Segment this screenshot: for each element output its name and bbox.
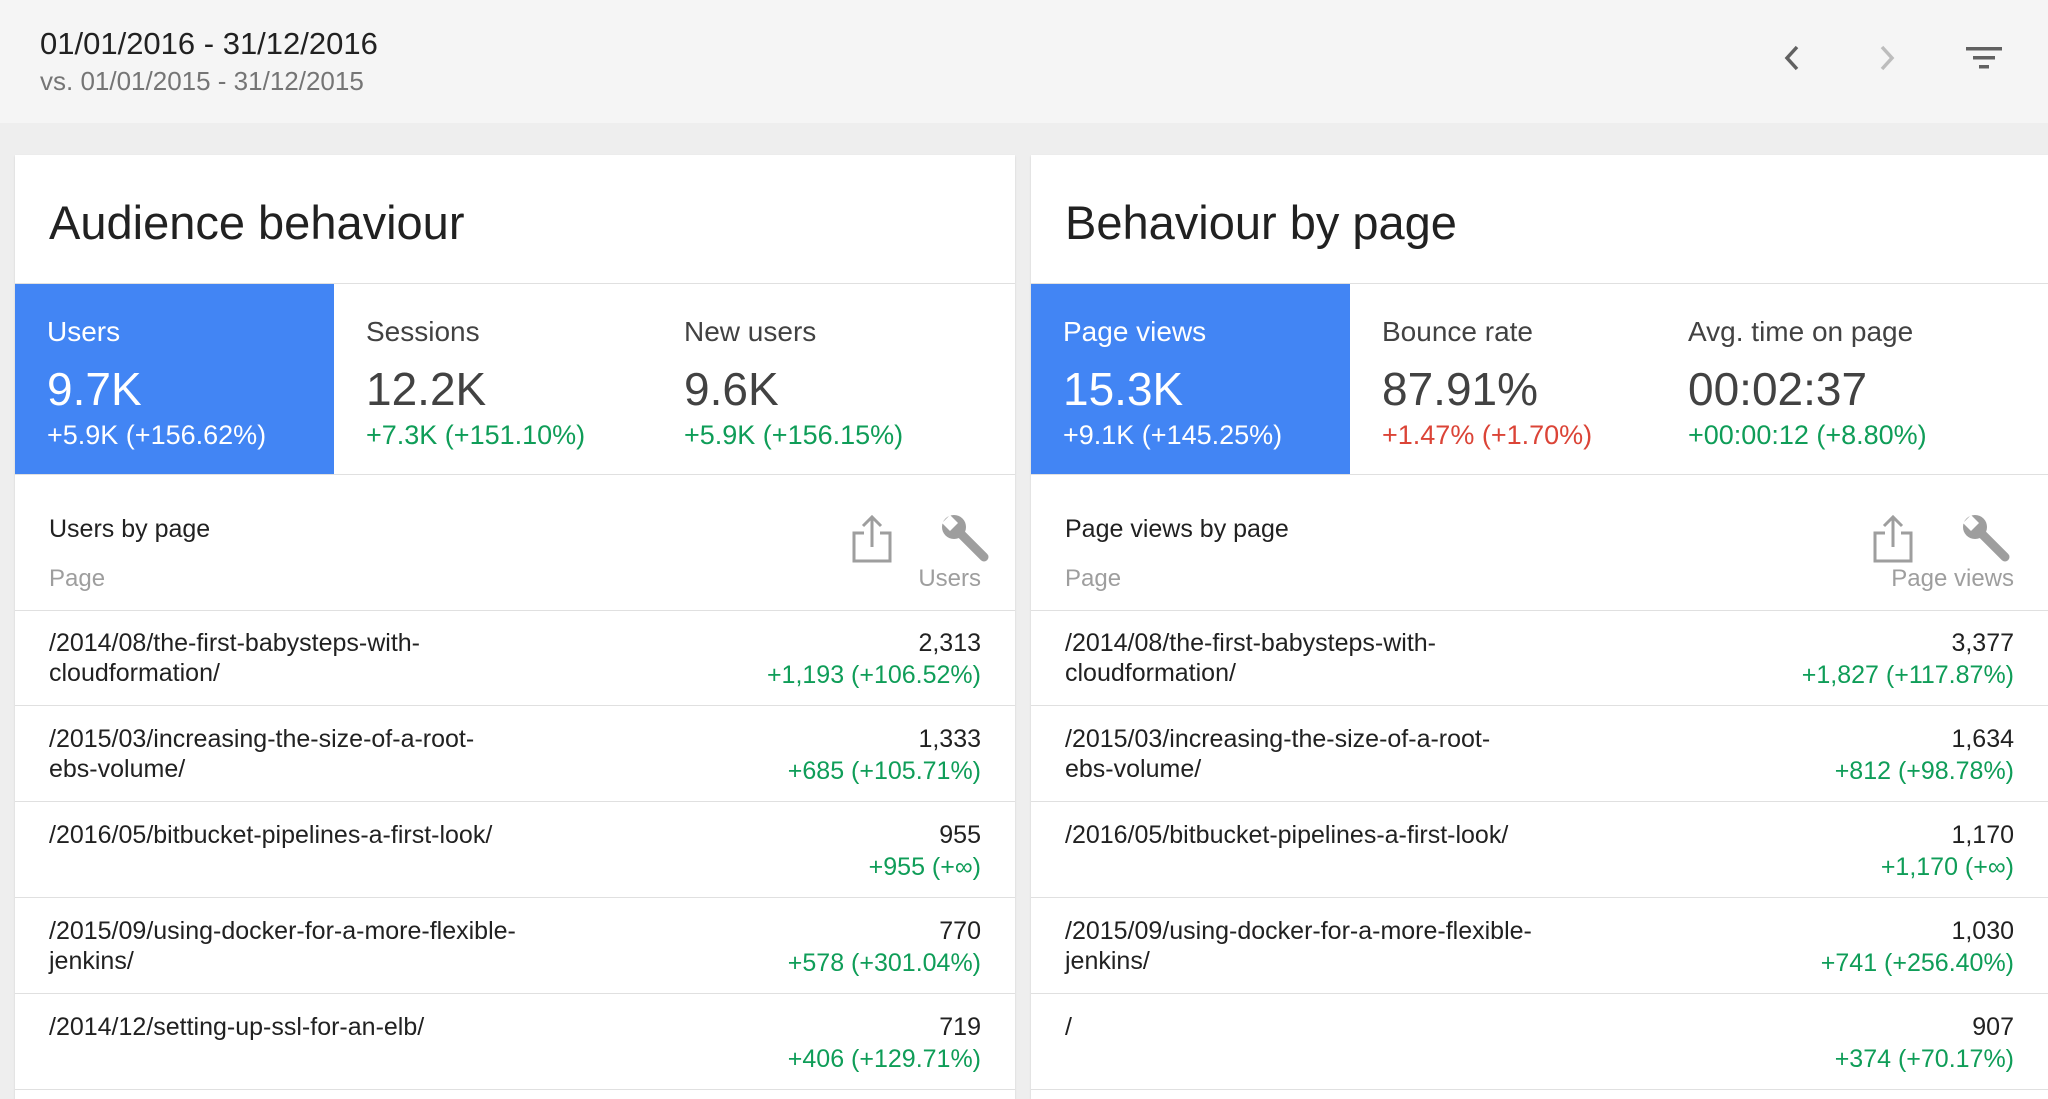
metric-value: 15.3K: [1063, 363, 1184, 415]
row-delta: +812 (+98.78%): [1834, 757, 2014, 785]
metric-value: 9.7K: [47, 363, 142, 415]
table-row[interactable]: /2016/05/bitbucket-pipelines-a-first-loo…: [1031, 802, 2048, 898]
table-row[interactable]: /2014/08/the-first-babysteps-with-cloudf…: [15, 610, 1015, 706]
table-row[interactable]: /2015/03/increasing-the-size-of-a-root-e…: [15, 706, 1015, 802]
row-delta: +578 (+301.04%): [787, 949, 981, 977]
metric-label: Bounce rate: [1382, 316, 1533, 347]
metric-bounce-rate[interactable]: Bounce rate 87.91% +1.47% (+1.70%): [1350, 284, 1656, 474]
page-path: /2015/09/using-docker-for-a-more-flexibl…: [49, 917, 516, 975]
metric-label: Users: [47, 316, 121, 347]
metric-value: 87.91%: [1382, 363, 1539, 415]
card-title: Audience behaviour: [49, 196, 465, 249]
filter-button[interactable]: [1962, 36, 2006, 80]
page-path: /2016/05/bitbucket-pipelines-a-first-loo…: [49, 821, 493, 849]
row-value: 955: [939, 821, 981, 849]
table-row[interactable]: /2014/08/the-first-babysteps-with-cloudf…: [1031, 610, 2048, 706]
column-header-page-views[interactable]: Page views: [1891, 565, 2014, 593]
table-row[interactable]: /2015/03/increasing-the-size-of-a-root-e…: [1031, 706, 2048, 802]
row-delta: +685 (+105.71%): [787, 757, 981, 785]
table-row[interactable]: /2015/09/using-docker-for-a-more-flexibl…: [1031, 898, 2048, 994]
table-title: Users by page: [49, 515, 211, 543]
page-path: /2014/08/the-first-babysteps-with-cloudf…: [1065, 629, 1437, 687]
table-row[interactable]: /2015/09/using-docker-for-a-more-flexibl…: [15, 898, 1015, 994]
row-delta: +741 (+256.40%): [1820, 949, 2014, 977]
metric-tabs: Users 9.7K +5.9K (+156.62%) Sessions 12.…: [15, 283, 1015, 475]
page-path: /2015/09/using-docker-for-a-more-flexibl…: [1065, 917, 1532, 975]
metric-page-views[interactable]: Page views 15.3K +9.1K (+145.25%): [1031, 284, 1350, 474]
audience-behaviour-card: Audience behaviour Users 9.7K +5.9K (+15…: [15, 155, 1015, 1099]
metric-label: Sessions: [366, 316, 480, 347]
column-header-page[interactable]: Page: [49, 565, 105, 593]
table-row[interactable]: / 907 +374 (+70.17%): [1031, 994, 2048, 1090]
previous-button[interactable]: [1770, 36, 1814, 80]
metric-avg-time-on-page[interactable]: Avg. time on page 00:02:37 +00:00:12 (+8…: [1656, 284, 2048, 474]
metric-delta: +00:00:12 (+8.80%): [1688, 420, 1927, 450]
row-value: 3,377: [1951, 629, 2014, 657]
wrench-icon[interactable]: [940, 513, 990, 563]
metric-delta: +5.9K (+156.15%): [684, 420, 904, 450]
date-range[interactable]: 01/01/2016 - 31/12/2016: [40, 26, 378, 62]
date-header: 01/01/2016 - 31/12/2016 vs. 01/01/2015 -…: [0, 0, 2048, 123]
behaviour-by-page-card: Behaviour by page Page views 15.3K +9.1K…: [1031, 155, 2048, 1099]
column-header-users[interactable]: Users: [918, 565, 981, 593]
metric-new-users[interactable]: New users 9.6K +5.9K (+156.15%): [652, 284, 1015, 474]
table-title: Page views by page: [1065, 515, 1289, 543]
metric-tabs: Page views 15.3K +9.1K (+145.25%) Bounce…: [1031, 283, 2048, 475]
chevron-left-icon: [1784, 45, 1799, 71]
metric-value: 12.2K: [366, 363, 487, 415]
row-value: 770: [939, 917, 981, 945]
row-value: 2,313: [918, 629, 981, 657]
metric-value: 9.6K: [684, 363, 779, 415]
row-value: 719: [939, 1013, 981, 1041]
filter-icon: [1966, 47, 2002, 69]
table-row[interactable]: /2014/12/setting-up-ssl-for-an-elb/ 719 …: [15, 994, 1015, 1090]
row-delta: +1,827 (+117.87%): [1801, 661, 2014, 689]
next-button[interactable]: [1865, 36, 1909, 80]
metric-value: 00:02:37: [1688, 363, 1868, 415]
page-path: /: [1065, 1013, 1072, 1041]
share-icon[interactable]: [850, 513, 894, 565]
row-delta: +1,193 (+106.52%): [766, 661, 981, 689]
page-path: /2015/03/increasing-the-size-of-a-root-e…: [49, 725, 475, 783]
share-icon[interactable]: [1871, 513, 1915, 565]
page-path: /2015/03/increasing-the-size-of-a-root-e…: [1065, 725, 1491, 783]
row-delta: +374 (+70.17%): [1834, 1045, 2014, 1073]
metric-label: Avg. time on page: [1688, 316, 1914, 347]
metric-delta: +9.1K (+145.25%): [1063, 420, 1283, 450]
row-value: 1,030: [1951, 917, 2014, 945]
metric-users[interactable]: Users 9.7K +5.9K (+156.62%): [15, 284, 334, 474]
metric-sessions[interactable]: Sessions 12.2K +7.3K (+151.10%): [334, 284, 652, 474]
page-path: /2016/05/bitbucket-pipelines-a-first-loo…: [1065, 821, 1509, 849]
column-header-page[interactable]: Page: [1065, 565, 1121, 593]
metric-delta: +5.9K (+156.62%): [47, 420, 267, 450]
card-title: Behaviour by page: [1065, 196, 1457, 249]
row-value: 1,634: [1951, 725, 2014, 753]
chevron-right-icon: [1880, 45, 1895, 71]
row-delta: +406 (+129.71%): [787, 1045, 981, 1073]
metric-label: New users: [684, 316, 817, 347]
page-path: /2014/08/the-first-babysteps-with-cloudf…: [49, 629, 421, 687]
metric-delta: +7.3K (+151.10%): [366, 420, 586, 450]
row-delta: +1,170 (+∞): [1880, 853, 2014, 881]
wrench-icon[interactable]: [1961, 513, 2011, 563]
metric-delta: +1.47% (+1.70%): [1382, 420, 1593, 450]
table-header: Users by page Page Users: [15, 473, 1015, 611]
page-path: /2014/12/setting-up-ssl-for-an-elb/: [49, 1013, 425, 1041]
table-header: Page views by page Page Page views: [1031, 473, 2048, 611]
row-value: 1,170: [1951, 821, 2014, 849]
metric-label: Page views: [1063, 316, 1207, 347]
row-value: 907: [1972, 1013, 2014, 1041]
comparison-range: vs. 01/01/2015 - 31/12/2015: [40, 66, 364, 96]
table-row[interactable]: /2016/05/bitbucket-pipelines-a-first-loo…: [15, 802, 1015, 898]
row-delta: +955 (+∞): [868, 853, 981, 881]
row-value: 1,333: [918, 725, 981, 753]
